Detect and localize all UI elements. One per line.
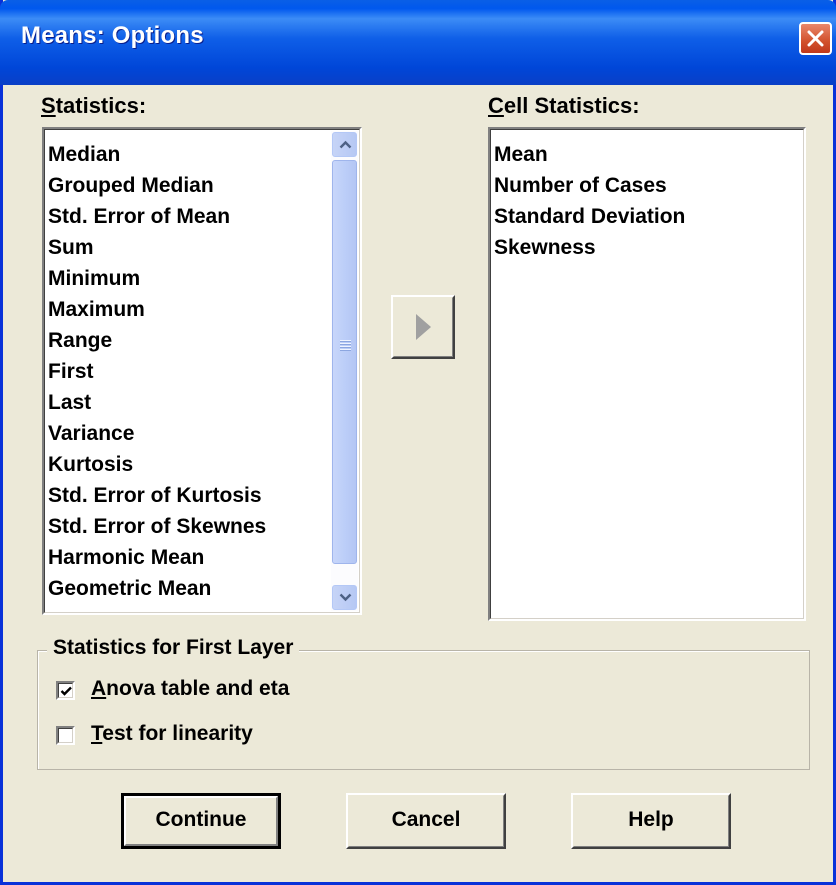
dialog-window: Means: Options Statistics: Median Groupe…: [0, 0, 836, 885]
cell-statistics-list[interactable]: Mean Number of Cases Standard Deviation …: [488, 127, 806, 621]
list-item[interactable]: Range: [48, 325, 112, 356]
statistics-list[interactable]: Median Grouped Median Std. Error of Mean…: [42, 127, 362, 615]
anova-label[interactable]: Anova table and eta: [91, 677, 289, 701]
list-item[interactable]: Standard Deviation: [494, 201, 685, 232]
help-button[interactable]: Help: [571, 793, 731, 849]
scroll-thumb[interactable]: [332, 160, 357, 564]
list-item[interactable]: Sum: [48, 232, 94, 263]
list-item[interactable]: Variance: [48, 418, 134, 449]
scroll-up-button[interactable]: [332, 132, 357, 157]
right-arrow-icon: [416, 314, 431, 340]
list-item[interactable]: Kurtosis: [48, 449, 133, 480]
checkmark-icon: [60, 686, 72, 696]
close-icon: [807, 30, 824, 47]
chevron-down-icon: [339, 593, 352, 602]
list-item[interactable]: Number of Cases: [494, 170, 667, 201]
window-title: Means: Options: [21, 22, 204, 49]
statistics-label: Statistics:: [41, 93, 147, 118]
close-button[interactable]: [799, 22, 832, 55]
anova-checkbox[interactable]: [56, 681, 75, 700]
list-item[interactable]: Last: [48, 387, 91, 418]
scroll-down-button[interactable]: [332, 585, 357, 610]
list-item[interactable]: Minimum: [48, 263, 140, 294]
list-item[interactable]: Grouped Median: [48, 170, 214, 201]
list-item[interactable]: Median: [48, 139, 120, 170]
cancel-button[interactable]: Cancel: [346, 793, 506, 849]
list-item[interactable]: Maximum: [48, 294, 145, 325]
list-item[interactable]: Skewness: [494, 232, 596, 263]
linearity-label[interactable]: Test for linearity: [91, 722, 253, 746]
chevron-up-icon: [339, 140, 352, 149]
move-right-button[interactable]: [391, 295, 455, 359]
list-item[interactable]: Harmonic Mean: [48, 542, 204, 573]
list-item[interactable]: Std. Error of Kurtosis: [48, 480, 262, 511]
list-item[interactable]: Geometric Mean: [48, 573, 211, 604]
title-bar[interactable]: Means: Options: [0, 0, 836, 85]
linearity-checkbox[interactable]: [56, 726, 75, 745]
list-item[interactable]: Mean: [494, 139, 548, 170]
group-title: Statistics for First Layer: [47, 636, 300, 660]
vertical-scrollbar[interactable]: [331, 131, 358, 611]
first-layer-group: [37, 650, 810, 770]
cell-statistics-label: Cell Statistics:: [488, 93, 640, 118]
list-item[interactable]: Std. Error of Mean: [48, 201, 230, 232]
list-item[interactable]: First: [48, 356, 94, 387]
list-item[interactable]: Std. Error of Skewnes: [48, 511, 266, 542]
continue-button[interactable]: Continue: [121, 793, 281, 849]
